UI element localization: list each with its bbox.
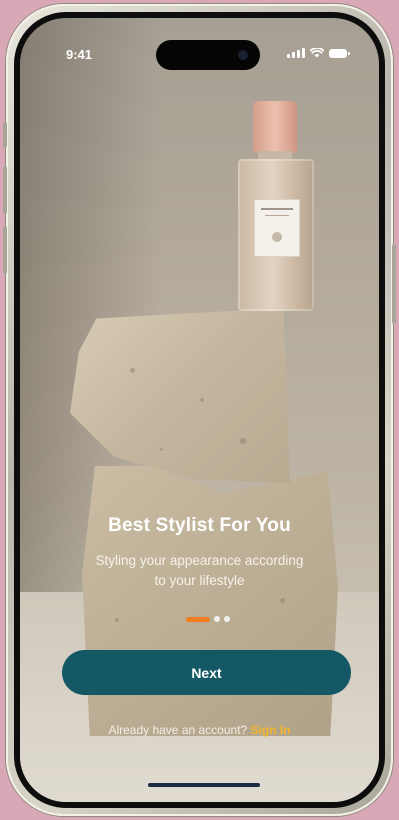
page-dot[interactable] [214,616,220,622]
wifi-icon [310,48,324,58]
page-dot[interactable] [224,616,230,622]
signin-prompt-row: Already have an account? Sign In [20,723,379,737]
page-indicator [186,616,230,622]
stone-speckle [130,368,135,373]
cellular-signal-icon [287,48,305,58]
perfume-bottle [238,159,314,311]
stone-speckle [200,398,204,402]
app-screen: 9:41 Best Stylist For You Styling your a… [20,18,379,802]
stone-block-bottom [82,466,338,736]
stone-speckle [115,618,119,622]
signin-prompt-text: Already have an account? [108,723,248,737]
home-indicator[interactable] [148,783,260,787]
phone-frame: 9:41 Best Stylist For You Styling your a… [3,4,396,816]
stone-speckle [160,448,163,451]
status-icons [287,48,350,58]
stone-speckle [240,438,246,444]
battery-icon [329,49,350,58]
volume-down-button [3,226,7,274]
volume-up-button [3,166,7,214]
perfume-label [254,199,300,257]
onboarding-subtitle: Styling your appearance according to you… [95,553,304,588]
status-time: 9:41 [66,47,93,62]
silent-switch [3,122,7,148]
front-camera-icon [238,50,248,60]
stone-speckle [280,598,285,603]
page-dot-active[interactable] [186,616,210,622]
perfume-bottle-cap [253,101,297,153]
power-button [392,244,396,324]
next-button[interactable]: Next [62,650,351,695]
dynamic-island [156,40,260,70]
signin-link[interactable]: Sign In [251,723,291,737]
onboarding-title: Best Stylist For You [108,515,291,536]
